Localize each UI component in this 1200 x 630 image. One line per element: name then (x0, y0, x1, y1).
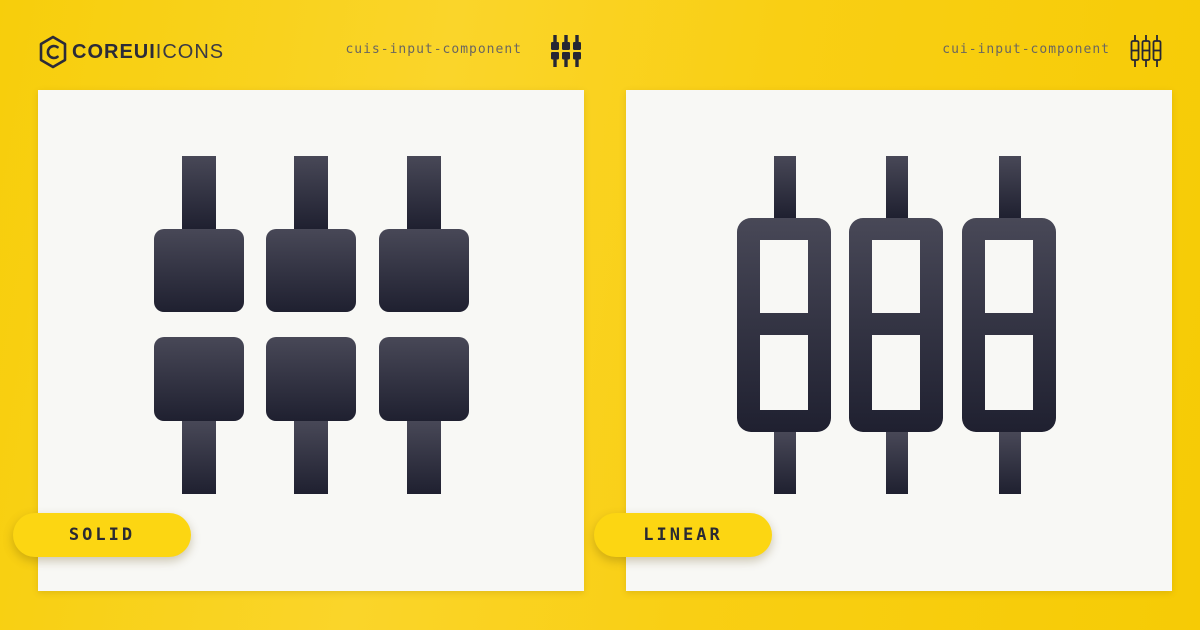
linear-icon-name: cui-input-component (942, 42, 1110, 57)
input-component-linear-small-icon (1130, 35, 1162, 67)
solid-icon-name: cuis-input-component (345, 42, 522, 57)
input-component-solid-small-icon (551, 35, 581, 67)
coreui-icons-logo: COREUIICONS (38, 35, 224, 69)
solid-label-badge: SOLID (13, 513, 191, 557)
linear-label-badge: LINEAR (594, 513, 772, 557)
header: COREUIICONS cuis-input-component cui-inp… (0, 0, 1200, 90)
logo-brand-text: COREUI (72, 41, 156, 63)
input-component-linear-icon (737, 156, 1056, 494)
coreui-hexagon-logo-icon (39, 35, 67, 69)
input-component-solid-icon (154, 156, 469, 494)
logo-product-text: ICONS (155, 41, 225, 63)
logo-text: COREUIICONS (72, 35, 224, 69)
